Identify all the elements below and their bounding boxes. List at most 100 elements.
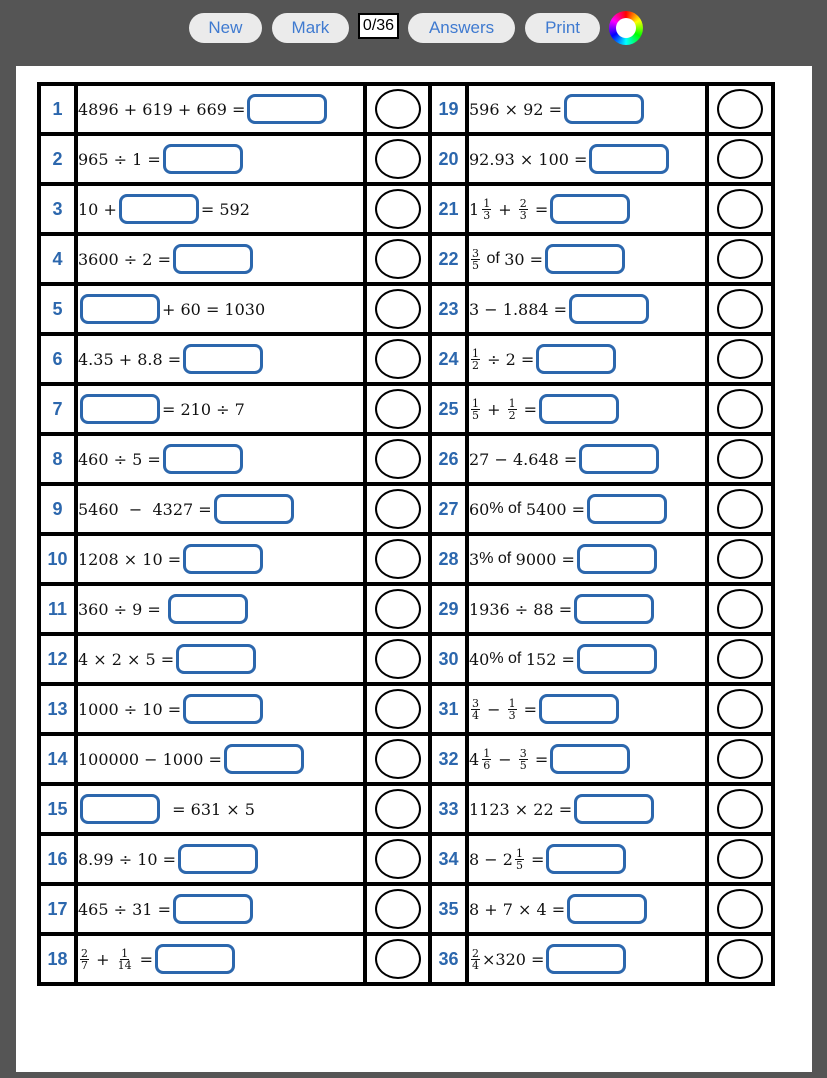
question-number: 14 [37, 732, 78, 786]
mark-circle-icon[interactable] [374, 639, 421, 679]
question-expression: 465 ÷ 31 = [78, 894, 363, 924]
answers-button[interactable]: Answers [408, 13, 516, 43]
answer-input[interactable] [183, 544, 264, 574]
answer-input[interactable] [178, 844, 259, 874]
mark-circle-icon[interactable] [374, 939, 421, 979]
question-cell: 40% of 152 = [465, 632, 709, 686]
question-number: 32 [428, 732, 469, 786]
answer-input[interactable] [172, 894, 253, 924]
mark-circle-icon[interactable] [374, 739, 421, 779]
answer-input[interactable] [579, 444, 660, 474]
question-cell: 8 + 7 × 4 = [465, 882, 709, 936]
mark-circle-icon[interactable] [717, 389, 763, 429]
mark-circle-icon[interactable] [717, 939, 763, 979]
answer-input[interactable] [539, 394, 620, 424]
mark-circle-icon[interactable] [374, 489, 421, 529]
answer-input[interactable] [574, 594, 655, 624]
answer-input[interactable] [167, 594, 248, 624]
expression-text: 1000 ÷ 10 = [78, 699, 182, 719]
new-button[interactable]: New [188, 13, 262, 43]
mark-circle-icon[interactable] [717, 339, 763, 379]
mark-circle-icon[interactable] [374, 889, 421, 929]
answer-input[interactable] [587, 494, 668, 524]
mark-circle-icon[interactable] [374, 139, 421, 179]
answer-input[interactable] [162, 144, 243, 174]
mark-circle-icon[interactable] [717, 289, 763, 329]
question-row: 6 4.35 + 8.8 = 24 1 2 ÷ 2 = [37, 332, 775, 386]
mark-circle-icon[interactable] [717, 139, 763, 179]
answer-input[interactable] [213, 494, 294, 524]
answer-input[interactable] [172, 244, 253, 274]
mark-circle-icon[interactable] [717, 239, 763, 279]
answer-input[interactable] [576, 544, 657, 574]
mark-circle-icon[interactable] [717, 589, 763, 629]
answer-input[interactable] [80, 294, 160, 324]
mark-circle-icon[interactable] [717, 189, 763, 229]
answer-input[interactable] [80, 794, 160, 824]
answer-input[interactable] [183, 694, 264, 724]
mark-circle-icon[interactable] [717, 639, 763, 679]
mark-circle-icon[interactable] [717, 839, 763, 879]
answer-input[interactable] [563, 94, 644, 124]
answer-input[interactable] [569, 294, 650, 324]
mark-circle-icon[interactable] [717, 439, 763, 479]
answer-input[interactable] [80, 394, 160, 424]
mark-cell [705, 182, 775, 236]
mark-circle-icon[interactable] [374, 289, 421, 329]
question-expression: 60% of 5400 = [469, 494, 705, 524]
mark-circle-icon[interactable] [374, 439, 421, 479]
question-expression: 5460 − 4327 = [78, 494, 363, 524]
question-cell: = 210 ÷ 7 [74, 382, 367, 436]
answer-input[interactable] [183, 344, 264, 374]
answer-input[interactable] [223, 744, 304, 774]
expression-word: % of [489, 650, 526, 667]
answer-input[interactable] [162, 444, 243, 474]
expression-text: = [529, 749, 549, 769]
mark-circle-icon[interactable] [374, 89, 421, 129]
mark-circle-icon[interactable] [374, 589, 421, 629]
print-button[interactable]: Print [525, 13, 601, 43]
answer-input[interactable] [176, 644, 257, 674]
mark-circle-icon[interactable] [717, 789, 763, 829]
answer-input[interactable] [539, 694, 620, 724]
question-number: 34 [428, 832, 469, 886]
mark-circle-icon[interactable] [374, 189, 421, 229]
mark-circle-icon[interactable] [374, 689, 421, 729]
fraction-numerator: 2 [80, 946, 89, 960]
mark-circle-icon[interactable] [374, 789, 421, 829]
mark-button[interactable]: Mark [271, 13, 349, 43]
mark-circle-icon[interactable] [374, 389, 421, 429]
expression-text: = [518, 399, 538, 419]
question-row: 13 1000 ÷ 10 = 31 3 4 − 13 = [37, 682, 775, 736]
expression-text: 10 + [78, 199, 117, 219]
expression-text: 965 ÷ 1 = [78, 149, 161, 169]
mark-circle-icon[interactable] [374, 339, 421, 379]
question-number: 4 [37, 232, 78, 286]
answer-input[interactable] [545, 244, 626, 274]
answer-input[interactable] [550, 744, 631, 774]
answer-input[interactable] [155, 944, 236, 974]
answer-input[interactable] [576, 644, 657, 674]
mark-circle-icon[interactable] [717, 889, 763, 929]
mark-circle-icon[interactable] [374, 239, 421, 279]
answer-input[interactable] [247, 94, 328, 124]
question-number: 3 [37, 182, 78, 236]
mark-circle-icon[interactable] [717, 89, 763, 129]
color-wheel-icon[interactable] [609, 11, 644, 45]
answer-input[interactable] [589, 144, 670, 174]
mark-circle-icon[interactable] [717, 539, 763, 579]
mark-circle-icon[interactable] [374, 839, 421, 879]
mark-circle-icon[interactable] [717, 689, 763, 729]
mark-circle-icon[interactable] [374, 539, 421, 579]
answer-input[interactable] [550, 194, 631, 224]
answer-input[interactable] [118, 194, 199, 224]
answer-input[interactable] [574, 794, 655, 824]
answer-input[interactable] [536, 344, 617, 374]
mark-circle-icon[interactable] [717, 739, 763, 779]
mark-cell [363, 782, 432, 836]
answer-input[interactable] [546, 944, 627, 974]
question-cell: 465 ÷ 31 = [74, 882, 367, 936]
mark-circle-icon[interactable] [717, 489, 763, 529]
answer-input[interactable] [567, 894, 648, 924]
answer-input[interactable] [546, 844, 627, 874]
